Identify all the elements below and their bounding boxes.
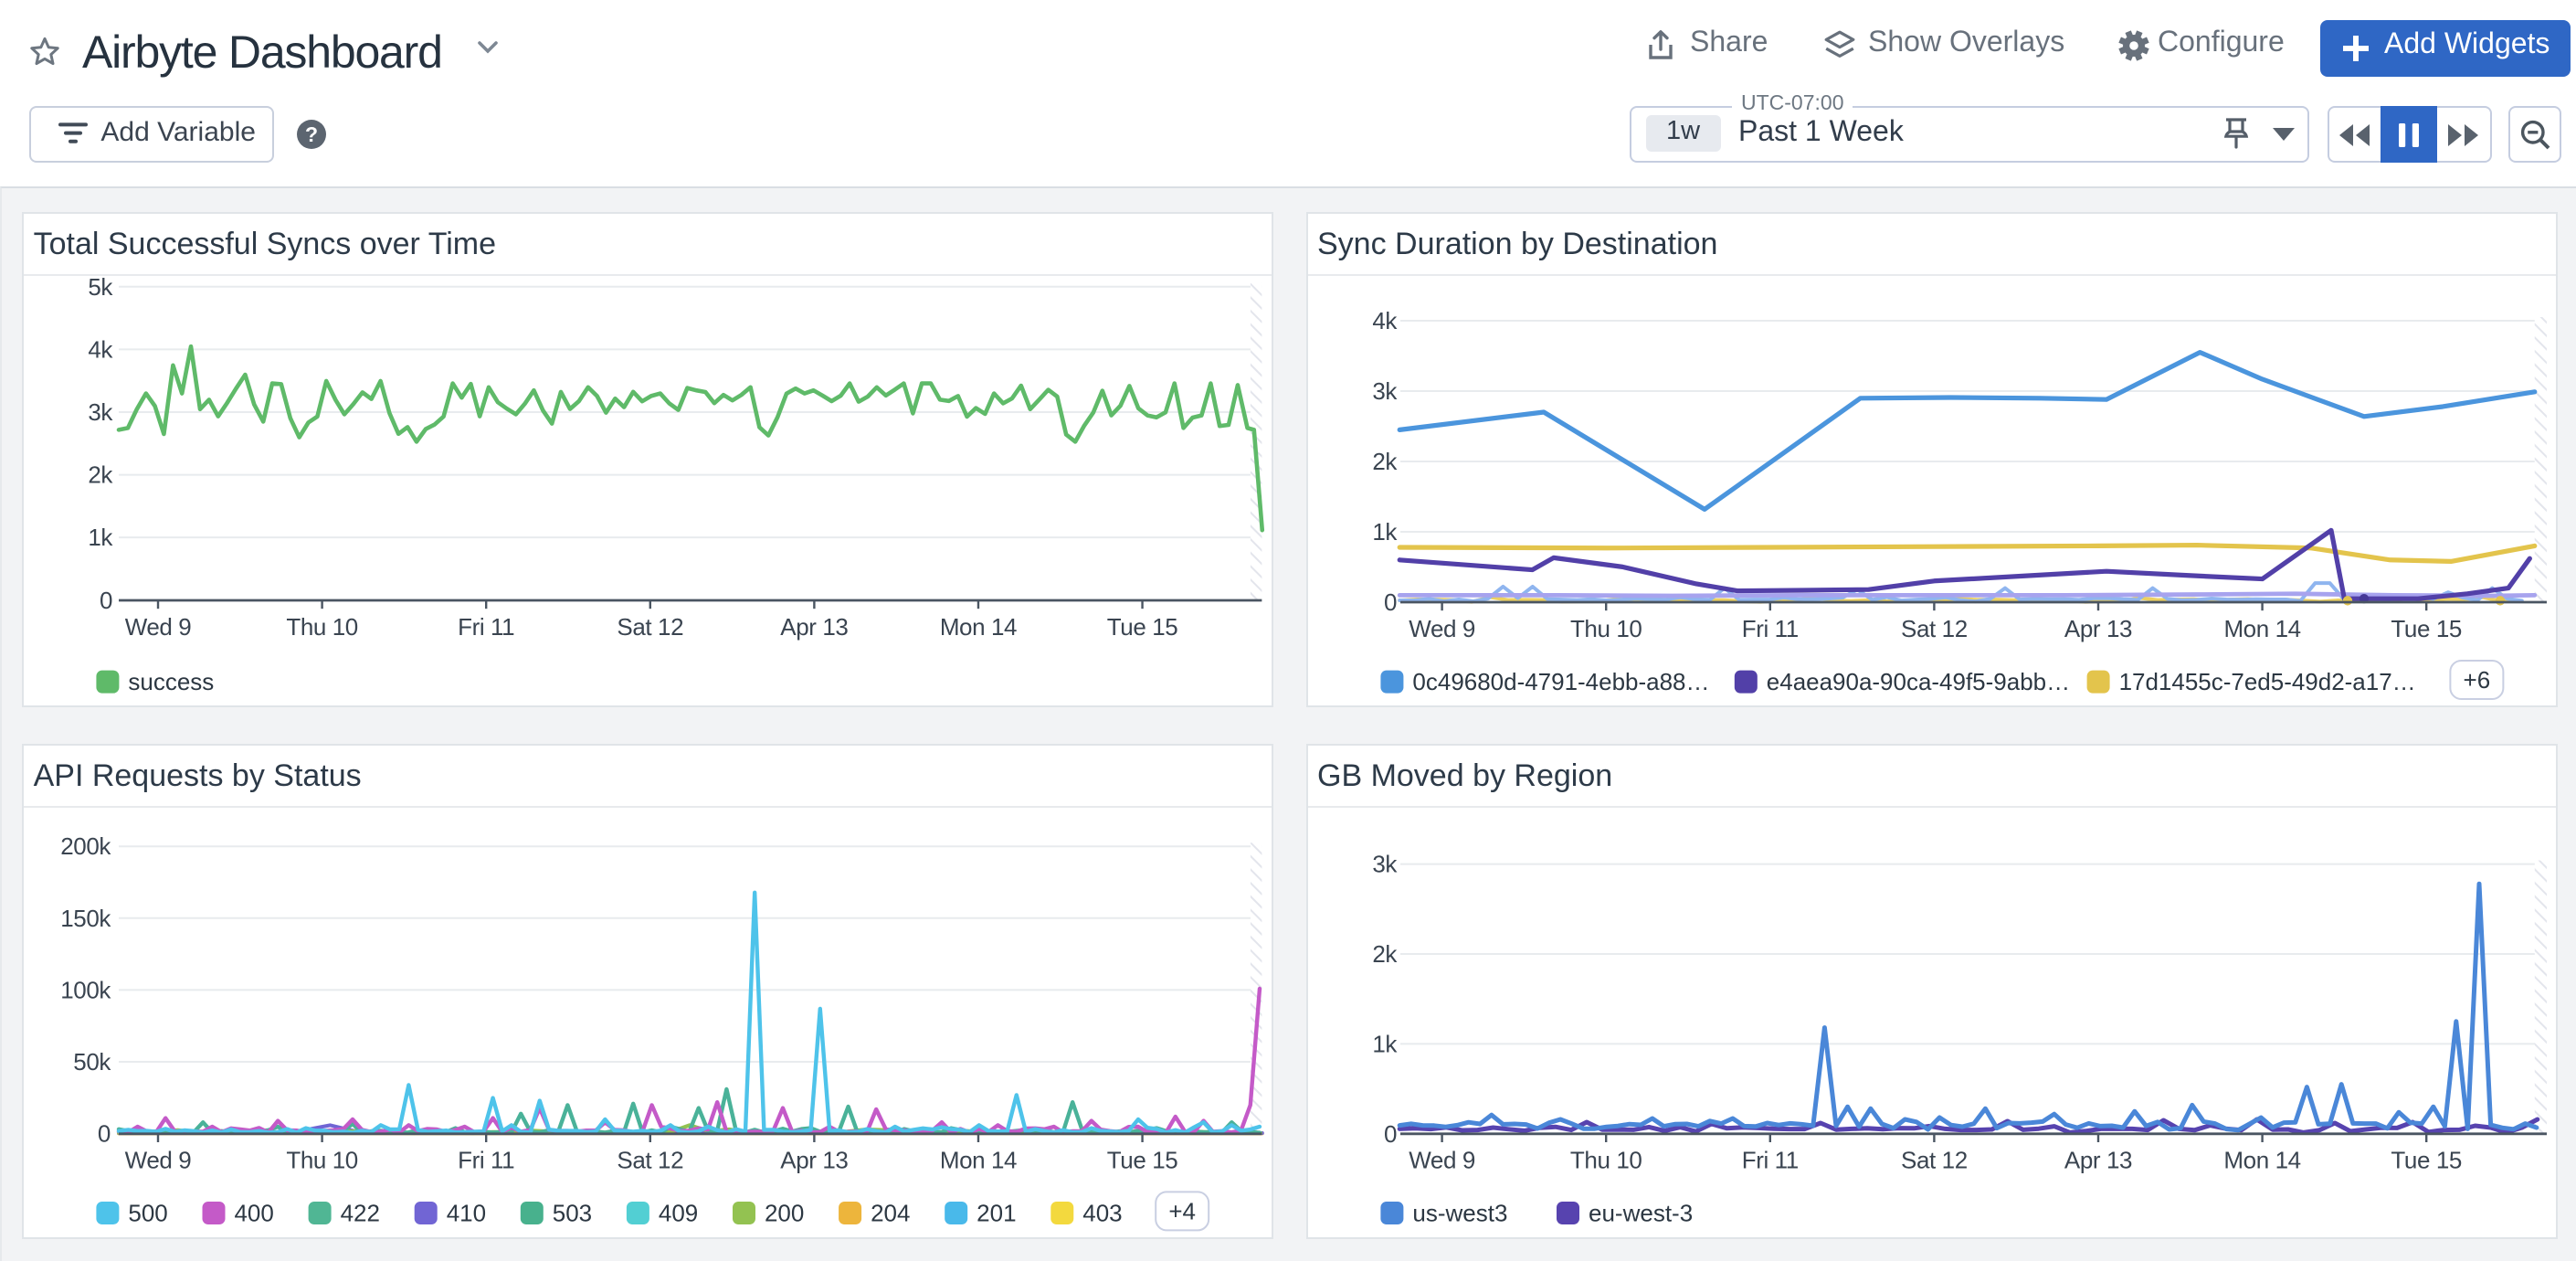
svg-text:409: 409 bbox=[659, 1199, 698, 1226]
svg-text:Thu 10: Thu 10 bbox=[287, 612, 359, 640]
svg-text:Mon 14: Mon 14 bbox=[940, 1147, 1017, 1174]
svg-text:Sat 12: Sat 12 bbox=[618, 1147, 684, 1174]
svg-text:Wed 9: Wed 9 bbox=[125, 1147, 192, 1174]
svg-text:Sat 12: Sat 12 bbox=[1901, 614, 1968, 641]
svg-text:150k: 150k bbox=[61, 905, 112, 932]
svg-text:Thu 10: Thu 10 bbox=[1570, 614, 1642, 641]
svg-text:204: 204 bbox=[871, 1199, 911, 1226]
svg-text:200k: 200k bbox=[61, 832, 112, 860]
svg-text:Thu 10: Thu 10 bbox=[1570, 1147, 1642, 1174]
svg-text:Fri 11: Fri 11 bbox=[459, 1147, 515, 1174]
svg-text:Apr 13: Apr 13 bbox=[2064, 1147, 2132, 1174]
svg-text:17d1455c-7ed5-49d2-a17…: 17d1455c-7ed5-49d2-a17… bbox=[2119, 667, 2416, 694]
svg-text:Tue 15: Tue 15 bbox=[1107, 1147, 1178, 1174]
svg-text:500: 500 bbox=[129, 1199, 168, 1226]
svg-text:Wed 9: Wed 9 bbox=[1409, 614, 1475, 641]
svg-text:Apr 13: Apr 13 bbox=[781, 612, 849, 640]
svg-text:4k: 4k bbox=[89, 334, 114, 362]
svg-text:?: ? bbox=[306, 122, 319, 145]
svg-text:success: success bbox=[129, 667, 215, 694]
svg-text:2k: 2k bbox=[89, 461, 114, 488]
svg-text:Fri 11: Fri 11 bbox=[459, 612, 515, 640]
svg-text:Fri 11: Fri 11 bbox=[1742, 614, 1799, 641]
svg-text:2k: 2k bbox=[1372, 940, 1398, 968]
svg-text:Wed 9: Wed 9 bbox=[1409, 1147, 1475, 1174]
svg-text:403: 403 bbox=[1083, 1199, 1123, 1226]
svg-text:0: 0 bbox=[1384, 588, 1397, 615]
svg-text:1k: 1k bbox=[1372, 1030, 1398, 1057]
svg-text:0: 0 bbox=[99, 1120, 111, 1148]
svg-text:Apr 13: Apr 13 bbox=[781, 1147, 849, 1174]
svg-text:Mon 14: Mon 14 bbox=[2223, 1147, 2300, 1174]
svg-text:1k: 1k bbox=[1372, 517, 1398, 545]
svg-text:Mon 14: Mon 14 bbox=[940, 612, 1017, 640]
svg-text:us-west3: us-west3 bbox=[1412, 1199, 1507, 1226]
svg-text:5k: 5k bbox=[89, 272, 114, 300]
svg-text:Tue 15: Tue 15 bbox=[2391, 614, 2462, 641]
svg-text:0: 0 bbox=[100, 586, 113, 613]
svg-text:400: 400 bbox=[235, 1199, 274, 1226]
svg-text:100k: 100k bbox=[61, 976, 112, 1003]
svg-text:Sat 12: Sat 12 bbox=[618, 612, 684, 640]
svg-text:+6: +6 bbox=[2464, 665, 2491, 693]
svg-text:200: 200 bbox=[765, 1199, 805, 1226]
svg-text:Mon 14: Mon 14 bbox=[2223, 614, 2300, 641]
svg-text:Apr 13: Apr 13 bbox=[2064, 614, 2132, 641]
svg-text:0c49680d-4791-4ebb-a88…: 0c49680d-4791-4ebb-a88… bbox=[1412, 667, 1709, 694]
svg-text:+4: +4 bbox=[1169, 1197, 1197, 1224]
svg-text:Tue 15: Tue 15 bbox=[2391, 1147, 2462, 1174]
svg-text:e4aea90a-90ca-49f5-9abb…: e4aea90a-90ca-49f5-9abb… bbox=[1767, 667, 2070, 694]
svg-text:410: 410 bbox=[447, 1199, 486, 1226]
svg-text:0: 0 bbox=[1384, 1120, 1397, 1148]
svg-text:3k: 3k bbox=[1372, 851, 1398, 878]
svg-text:Fri 11: Fri 11 bbox=[1742, 1147, 1799, 1174]
svg-text:50k: 50k bbox=[74, 1048, 112, 1076]
svg-text:Tue 15: Tue 15 bbox=[1107, 612, 1178, 640]
svg-text:1k: 1k bbox=[89, 523, 114, 550]
svg-text:4k: 4k bbox=[1372, 306, 1398, 334]
svg-text:3k: 3k bbox=[1372, 376, 1398, 404]
svg-text:3k: 3k bbox=[89, 397, 114, 425]
svg-text:eu-west-3: eu-west-3 bbox=[1589, 1199, 1693, 1226]
svg-text:201: 201 bbox=[977, 1199, 1017, 1226]
svg-text:2k: 2k bbox=[1372, 447, 1398, 474]
svg-text:503: 503 bbox=[553, 1199, 592, 1226]
svg-text:Sat 12: Sat 12 bbox=[1901, 1147, 1968, 1174]
svg-text:422: 422 bbox=[341, 1199, 380, 1226]
svg-text:Thu 10: Thu 10 bbox=[287, 1147, 359, 1174]
svg-text:Wed 9: Wed 9 bbox=[125, 612, 192, 640]
